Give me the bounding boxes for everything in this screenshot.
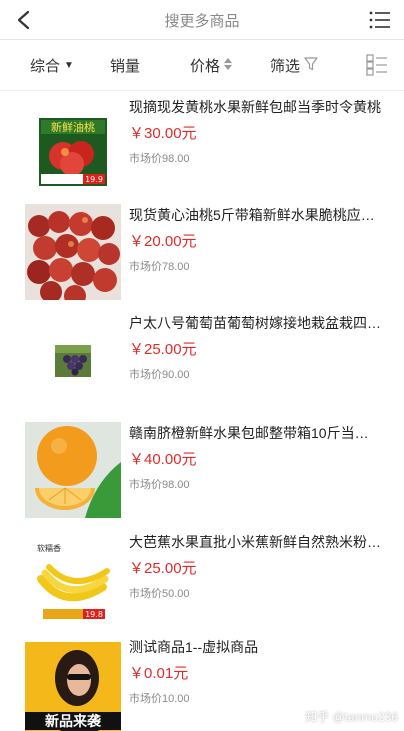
- product-title: 现摘现发黄桃水果新鲜包邮当季时令黄桃: [129, 99, 381, 115]
- image-label-text: 软糯香: [37, 543, 61, 553]
- product-thumbnail-banana[interactable]: 软糯香 19.8: [25, 531, 121, 627]
- back-chevron-icon[interactable]: [12, 8, 36, 32]
- product-thumbnail-test[interactable]: 新品来袭: [25, 642, 121, 731]
- caret-down-icon: ▼: [64, 60, 74, 71]
- market-price: 市场价50.00: [129, 588, 190, 600]
- market-price: 市场价98.00: [129, 153, 190, 165]
- filter-button[interactable]: 筛选: [270, 40, 318, 91]
- filter-label: 筛选: [270, 58, 301, 75]
- product-list-page: 搜更多商品 综合 ▼ 销量 价格 筛选 新鲜油桃 19.9 现摘现发黄桃水果新鲜…: [0, 0, 404, 731]
- product-title: 测试商品1--虚拟商品: [129, 639, 259, 655]
- product-info: 测试商品1--虚拟商品 ￥0.01元 市场价10.00: [129, 637, 382, 707]
- sort-updown-icon: [224, 57, 233, 74]
- market-price: 市场价10.00: [129, 693, 190, 705]
- sort-price[interactable]: 价格: [190, 40, 233, 91]
- product-price: ￥20.00元: [129, 233, 197, 250]
- product-title: 现货黄心油桃5斤带箱新鲜水果脆桃应季油桃: [129, 207, 382, 223]
- product-title: 赣南脐橙新鲜水果包邮整带箱10斤当季橙子: [129, 425, 382, 441]
- product-info: 户太八号葡萄苗葡萄树嫁接地栽盆栽四季葡萄 ￥25.00元 市场价90.00: [129, 313, 382, 383]
- product-info: 大芭蕉水果直批小米蕉新鲜自然熟米粉蕉包邮 ￥25.00元 市场价50.00: [129, 532, 382, 602]
- market-price: 市场价98.00: [129, 479, 190, 491]
- market-price: 市场价90.00: [129, 369, 190, 381]
- product-price: ￥0.01元: [129, 665, 189, 682]
- product-title: 大芭蕉水果直批小米蕉新鲜自然熟米粉蕉包邮: [129, 534, 382, 550]
- sort-sales[interactable]: 销量: [110, 40, 140, 91]
- product-thumbnail-peach[interactable]: 新鲜油桃 19.9: [25, 104, 121, 200]
- top-search-bar: 搜更多商品: [0, 0, 404, 40]
- funnel-icon: [304, 56, 318, 75]
- product-title: 户太八号葡萄苗葡萄树嫁接地栽盆栽四季葡萄: [129, 315, 382, 331]
- product-thumbnail-grape[interactable]: [25, 313, 121, 409]
- product-item[interactable]: 新鲜油桃 19.9 现摘现发黄桃水果新鲜包邮当季时令黄桃 ￥30.00元 市场价…: [0, 91, 404, 200]
- market-price: 市场价78.00: [129, 261, 190, 273]
- image-price-text: 19.8: [85, 610, 103, 619]
- list-menu-icon[interactable]: [368, 8, 392, 32]
- image-banner-text: 新鲜油桃: [51, 120, 95, 134]
- sort-comprehensive[interactable]: 综合 ▼: [30, 40, 74, 91]
- product-price: ￥25.00元: [129, 341, 197, 358]
- sort-comprehensive-label: 综合: [30, 58, 61, 75]
- product-thumbnail-orange[interactable]: [25, 422, 121, 518]
- product-thumbnail-nectarine[interactable]: [25, 204, 121, 300]
- product-item[interactable]: 软糯香 19.8 大芭蕉水果直批小米蕉新鲜自然熟米粉蕉包邮 ￥25.00元 市场…: [0, 527, 404, 636]
- image-banner-text: 新品来袭: [45, 713, 102, 730]
- product-item[interactable]: 赣南脐橙新鲜水果包邮整带箱10斤当季橙子 ￥40.00元 市场价98.00: [0, 418, 404, 527]
- product-info: 赣南脐橙新鲜水果包邮整带箱10斤当季橙子 ￥40.00元 市场价98.00: [129, 423, 382, 493]
- sort-price-label: 价格: [190, 58, 221, 75]
- product-list: 新鲜油桃 19.9 现摘现发黄桃水果新鲜包邮当季时令黄桃 ￥30.00元 市场价…: [0, 91, 404, 731]
- sort-filter-bar: 综合 ▼ 销量 价格 筛选: [0, 40, 404, 91]
- sort-sales-label: 销量: [110, 58, 141, 75]
- image-price-text: 19.9: [85, 175, 103, 184]
- product-info: 现摘现发黄桃水果新鲜包邮当季时令黄桃 ￥30.00元 市场价98.00: [129, 97, 382, 167]
- product-price: ￥30.00元: [129, 125, 197, 142]
- grid-list-toggle-icon[interactable]: [366, 54, 388, 76]
- product-info: 现货黄心油桃5斤带箱新鲜水果脆桃应季油桃 ￥20.00元 市场价78.00: [129, 205, 382, 275]
- search-input[interactable]: 搜更多商品: [80, 0, 324, 40]
- product-item[interactable]: 现货黄心油桃5斤带箱新鲜水果脆桃应季油桃 ￥20.00元 市场价78.00: [0, 200, 404, 309]
- product-item[interactable]: 户太八号葡萄苗葡萄树嫁接地栽盆栽四季葡萄 ￥25.00元 市场价90.00: [0, 309, 404, 418]
- product-price: ￥40.00元: [129, 451, 197, 468]
- product-price: ￥25.00元: [129, 560, 197, 577]
- watermark: 知乎 @tanmo236: [305, 710, 398, 724]
